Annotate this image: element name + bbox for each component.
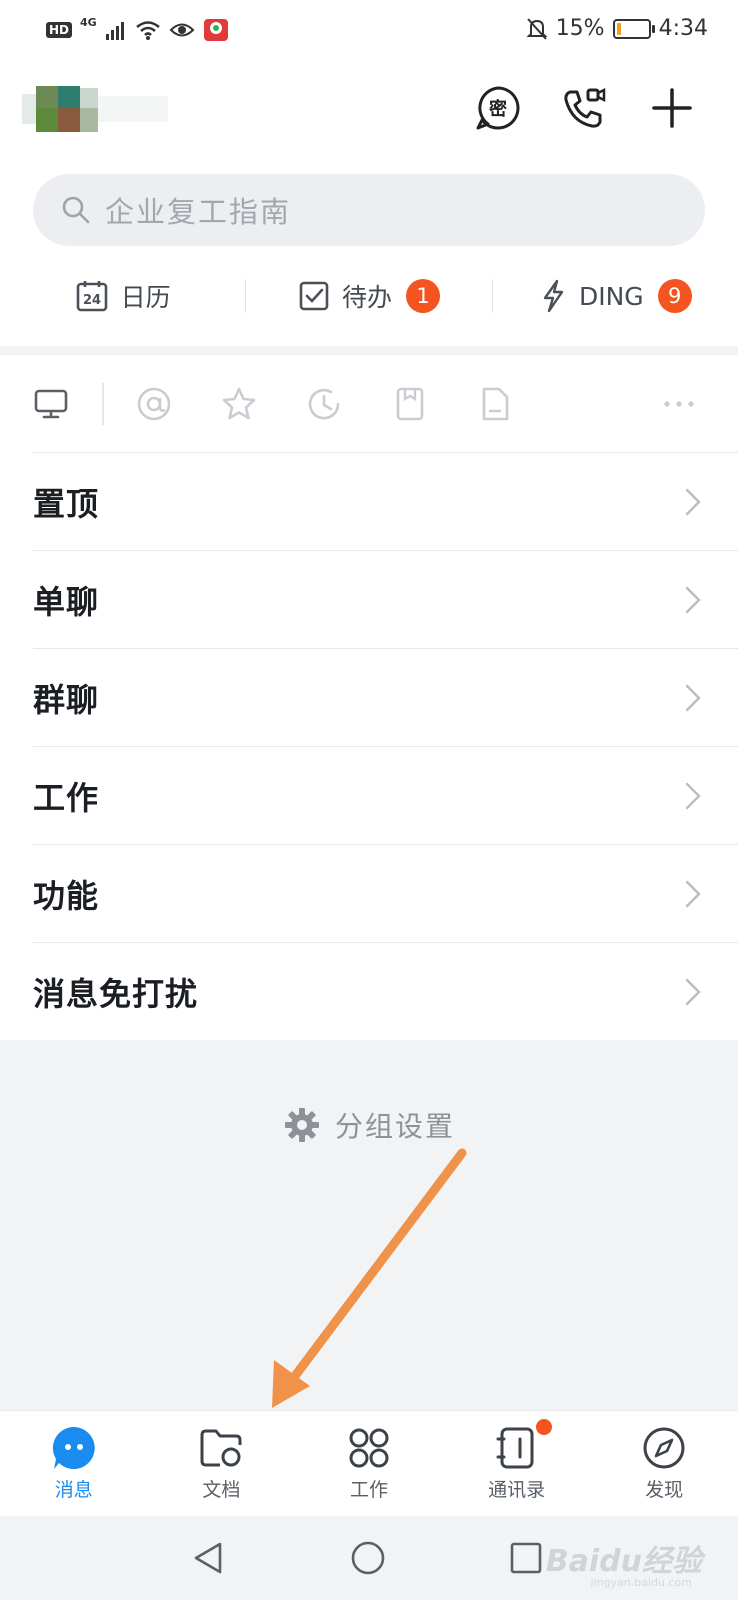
search-placeholder: 企业复工指南 bbox=[105, 195, 292, 229]
search-bar[interactable]: 企业复工指南 bbox=[33, 174, 705, 246]
system-nav-bar: Baidu经验 jingyan.baidu.com bbox=[0, 1516, 738, 1600]
clock: 4:34 bbox=[658, 16, 708, 41]
chevron-right-icon bbox=[685, 880, 701, 908]
recents-icon[interactable] bbox=[508, 1540, 544, 1576]
folder-icon bbox=[200, 1429, 242, 1467]
list-item-label: 群聊 bbox=[33, 680, 100, 719]
quick-actions: 24 日历 待办 1 DING 9 bbox=[0, 260, 738, 332]
battery-level bbox=[616, 22, 622, 35]
group-settings-label: 分组设置 bbox=[334, 1110, 455, 1143]
wifi-icon bbox=[135, 21, 160, 40]
watermark-url: jingyan.baidu.com bbox=[590, 1576, 692, 1589]
todo-check-icon bbox=[299, 281, 329, 311]
calendar-button[interactable]: 24 日历 bbox=[0, 278, 245, 314]
list-item-label: 功能 bbox=[33, 876, 100, 915]
tab-work[interactable]: 工作 bbox=[295, 1411, 443, 1516]
apps-grid-icon bbox=[349, 1428, 389, 1468]
svg-text:24: 24 bbox=[83, 293, 101, 308]
chevron-right-icon bbox=[685, 586, 701, 614]
bookmark-icon[interactable] bbox=[391, 385, 429, 423]
compass-icon bbox=[643, 1427, 685, 1469]
secret-chat-icon[interactable]: 密 bbox=[474, 84, 522, 132]
tab-label: 文档 bbox=[202, 1479, 241, 1501]
network-type: 4G bbox=[80, 15, 97, 29]
ding-badge: 9 bbox=[657, 279, 692, 313]
svg-text:密: 密 bbox=[489, 98, 507, 120]
mute-bell-icon bbox=[526, 17, 548, 40]
group-list: 置顶 单聊 群聊 工作 功能 消息免打扰 bbox=[0, 452, 738, 1040]
tab-label: 通讯录 bbox=[488, 1479, 546, 1501]
tab-discover[interactable]: 发现 bbox=[590, 1411, 738, 1516]
lightning-icon bbox=[543, 279, 564, 313]
list-item-function[interactable]: 功能 bbox=[33, 844, 738, 942]
tab-label: 工作 bbox=[349, 1479, 388, 1501]
status-right: 15% 4:34 bbox=[526, 16, 708, 41]
more-icon[interactable] bbox=[660, 385, 698, 423]
screen: HD 4G 15% 4:34 密 企业复工指南 24 日历 待办 1 DING … bbox=[0, 0, 738, 1600]
todo-button[interactable]: 待办 1 bbox=[246, 278, 491, 314]
list-item-label: 置顶 bbox=[33, 484, 100, 523]
tab-contacts[interactable]: 通讯录 bbox=[443, 1411, 591, 1516]
list-item-pinned[interactable]: 置顶 bbox=[33, 452, 738, 550]
header: 密 企业复工指南 24 日历 待办 1 DING 9 bbox=[0, 64, 738, 346]
hd-indicator: HD bbox=[46, 22, 73, 38]
history-icon[interactable] bbox=[305, 385, 343, 423]
filter-row bbox=[0, 354, 738, 452]
status-left: HD 4G bbox=[46, 15, 229, 42]
status-bar: HD 4G 15% 4:34 bbox=[0, 0, 738, 64]
tab-label: 发现 bbox=[645, 1479, 684, 1501]
avatar[interactable] bbox=[22, 78, 172, 138]
back-icon[interactable] bbox=[190, 1540, 226, 1576]
message-icon bbox=[52, 1426, 95, 1469]
battery-icon bbox=[612, 18, 655, 39]
home-icon[interactable] bbox=[350, 1540, 386, 1576]
search-icon bbox=[62, 196, 90, 224]
group-settings-button[interactable]: 分组设置 bbox=[0, 1105, 738, 1145]
list-item-group-chat[interactable]: 群聊 bbox=[33, 648, 738, 746]
chevron-right-icon bbox=[685, 978, 701, 1006]
gear-icon bbox=[284, 1108, 319, 1142]
tab-messages[interactable]: 消息 bbox=[0, 1411, 148, 1516]
list-item-do-not-disturb[interactable]: 消息免打扰 bbox=[33, 942, 738, 1040]
chevron-right-icon bbox=[685, 488, 701, 516]
watermark: Baidu经验 bbox=[545, 1544, 702, 1579]
plus-icon[interactable] bbox=[648, 84, 696, 132]
bottom-tab-bar: 消息 文档 工作 通讯录 发现 bbox=[0, 1410, 738, 1516]
at-icon[interactable] bbox=[135, 385, 173, 423]
list-item-single-chat[interactable]: 单聊 bbox=[33, 550, 738, 648]
notification-dot bbox=[536, 1419, 553, 1435]
chevron-right-icon bbox=[685, 684, 701, 712]
desktop-icon[interactable] bbox=[32, 385, 70, 423]
todo-label: 待办 bbox=[341, 283, 392, 312]
calendar-icon: 24 bbox=[76, 281, 107, 312]
list-item-label: 单聊 bbox=[33, 582, 100, 621]
list-item-label: 消息免打扰 bbox=[33, 974, 199, 1013]
battery-percent: 15% bbox=[555, 16, 605, 41]
list-item-label: 工作 bbox=[33, 778, 100, 817]
app-notification-icon bbox=[203, 19, 228, 41]
ding-button[interactable]: DING 9 bbox=[493, 279, 738, 313]
todo-badge: 1 bbox=[406, 279, 440, 313]
calendar-label: 日历 bbox=[120, 283, 171, 312]
list-item-work[interactable]: 工作 bbox=[33, 746, 738, 844]
tab-label: 消息 bbox=[54, 1479, 93, 1501]
video-call-icon[interactable] bbox=[560, 84, 608, 132]
filter-divider bbox=[102, 383, 104, 425]
document-icon[interactable] bbox=[476, 385, 514, 423]
signal-icon bbox=[105, 22, 124, 40]
ding-label: DING bbox=[578, 281, 644, 311]
star-icon[interactable] bbox=[220, 385, 258, 423]
contacts-icon bbox=[496, 1427, 534, 1469]
eye-icon bbox=[169, 23, 195, 37]
tab-docs[interactable]: 文档 bbox=[148, 1411, 296, 1516]
chevron-right-icon bbox=[685, 782, 701, 810]
